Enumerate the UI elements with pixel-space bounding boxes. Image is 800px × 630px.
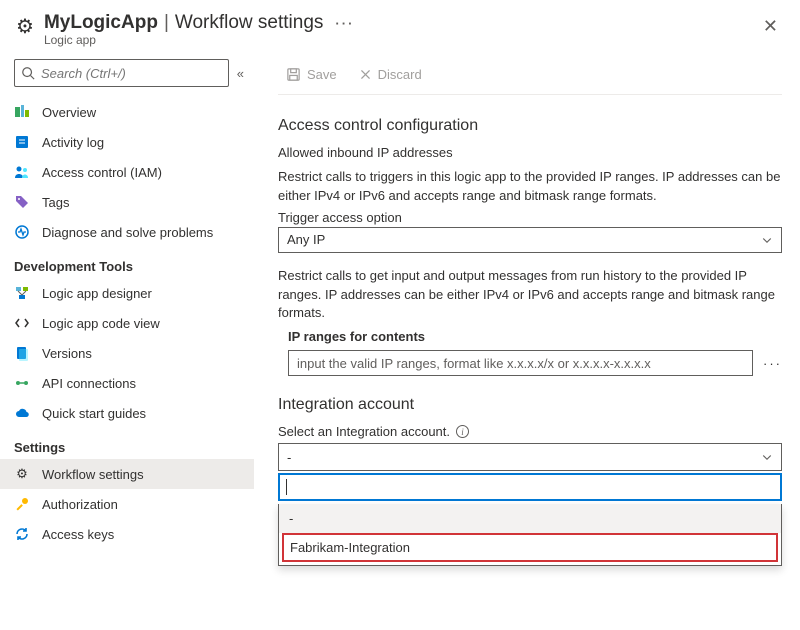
title-separator: | — [164, 12, 169, 34]
save-icon — [286, 67, 301, 82]
ip-more-button[interactable]: ··· — [763, 356, 782, 371]
resource-type: Logic app — [44, 33, 757, 47]
sidebar-section-dev-tools: Development Tools — [0, 247, 254, 278]
versions-icon — [14, 345, 30, 361]
collapse-sidebar-button[interactable]: « — [237, 66, 244, 81]
sidebar-item-label: Overview — [42, 105, 96, 120]
close-button[interactable]: ✕ — [757, 12, 784, 41]
sidebar-item-label: Logic app designer — [42, 286, 152, 301]
integration-account-dropdown[interactable]: - — [278, 443, 782, 471]
integration-select-label: Select an Integration account. — [278, 424, 450, 439]
section-integration: Integration account — [278, 396, 782, 414]
sidebar-item-overview[interactable]: Overview — [0, 97, 254, 127]
integration-option-fabrikam[interactable]: Fabrikam-Integration — [282, 533, 778, 562]
history-desc: Restrict calls to get input and output m… — [278, 267, 782, 324]
integration-search-input[interactable] — [278, 473, 782, 501]
sidebar-item-label: Access control (IAM) — [42, 165, 162, 180]
sidebar-item-designer[interactable]: Logic app designer — [0, 278, 254, 308]
search-input[interactable] — [41, 66, 222, 81]
more-icon[interactable]: ··· — [335, 16, 354, 31]
resource-name: MyLogicApp — [44, 12, 158, 34]
sidebar-item-api-connections[interactable]: API connections — [0, 368, 254, 398]
sidebar-item-activity-log[interactable]: Activity log — [0, 127, 254, 157]
trigger-access-value: Any IP — [287, 232, 761, 247]
sidebar-item-label: Workflow settings — [42, 467, 144, 482]
sidebar-item-label: Quick start guides — [42, 406, 146, 421]
integration-selected[interactable]: - — [279, 444, 781, 470]
sidebar: « Overview Activity log Access control (… — [0, 55, 254, 629]
sidebar-item-label: Authorization — [42, 497, 118, 512]
blade-title: Workflow settings — [175, 12, 324, 34]
trigger-access-select[interactable]: Any IP — [278, 227, 782, 253]
search-icon — [21, 66, 35, 80]
sidebar-item-diagnose[interactable]: Diagnose and solve problems — [0, 217, 254, 247]
sidebar-item-versions[interactable]: Versions — [0, 338, 254, 368]
trigger-desc: Restrict calls to triggers in this logic… — [278, 168, 782, 206]
sidebar-item-workflow-settings[interactable]: ⚙ Workflow settings — [0, 459, 254, 489]
allowed-ip-label: Allowed inbound IP addresses — [278, 145, 782, 160]
ip-ranges-label: IP ranges for contents — [288, 329, 782, 344]
command-bar: Save Discard — [278, 59, 782, 95]
people-icon — [14, 164, 30, 180]
discard-button[interactable]: Discard — [351, 65, 430, 84]
integration-option-none[interactable]: - — [279, 504, 781, 533]
chevron-down-icon — [761, 451, 773, 463]
sidebar-section-settings: Settings — [0, 428, 254, 459]
sidebar-search[interactable] — [14, 59, 229, 87]
save-button[interactable]: Save — [278, 65, 345, 84]
sidebar-item-tags[interactable]: Tags — [0, 187, 254, 217]
activity-log-icon — [14, 134, 30, 150]
integration-dropdown-list: - Fabrikam-Integration — [278, 504, 782, 566]
code-icon — [14, 315, 30, 331]
sidebar-item-authorization[interactable]: Authorization — [0, 489, 254, 519]
main-content: Save Discard Access control configuratio… — [254, 55, 800, 629]
ip-ranges-input[interactable]: input the valid IP ranges, format like x… — [288, 350, 753, 376]
section-access-control: Access control configuration — [278, 117, 782, 135]
sidebar-item-access-keys[interactable]: Access keys — [0, 519, 254, 549]
sync-icon — [14, 526, 30, 542]
tag-icon — [14, 194, 30, 210]
info-icon[interactable]: i — [456, 425, 469, 438]
sidebar-item-label: Diagnose and solve problems — [42, 225, 213, 240]
sidebar-item-quick-start[interactable]: Quick start guides — [0, 398, 254, 428]
ip-ranges-placeholder: input the valid IP ranges, format like x… — [297, 356, 651, 371]
gear-icon: ⚙ — [14, 466, 30, 482]
designer-icon — [14, 285, 30, 301]
sidebar-item-access-control[interactable]: Access control (IAM) — [0, 157, 254, 187]
sidebar-item-code-view[interactable]: Logic app code view — [0, 308, 254, 338]
sidebar-item-label: Access keys — [42, 527, 114, 542]
sidebar-item-label: Logic app code view — [42, 316, 160, 331]
blade-header: ⚙ MyLogicApp | Workflow settings ··· Log… — [0, 0, 800, 55]
gear-icon: ⚙ — [16, 14, 34, 39]
sidebar-item-label: Activity log — [42, 135, 104, 150]
text-cursor — [286, 479, 287, 495]
diagnose-icon — [14, 224, 30, 240]
sidebar-item-label: API connections — [42, 376, 136, 391]
key-icon — [14, 496, 30, 512]
chevron-down-icon — [761, 234, 773, 246]
api-icon — [14, 375, 30, 391]
sidebar-item-label: Versions — [42, 346, 92, 361]
trigger-access-label: Trigger access option — [278, 210, 782, 225]
overview-icon — [14, 104, 30, 120]
header-titles: MyLogicApp | Workflow settings ··· Logic… — [44, 12, 757, 47]
discard-icon — [359, 68, 372, 81]
sidebar-item-label: Tags — [42, 195, 69, 210]
cloud-icon — [14, 405, 30, 421]
